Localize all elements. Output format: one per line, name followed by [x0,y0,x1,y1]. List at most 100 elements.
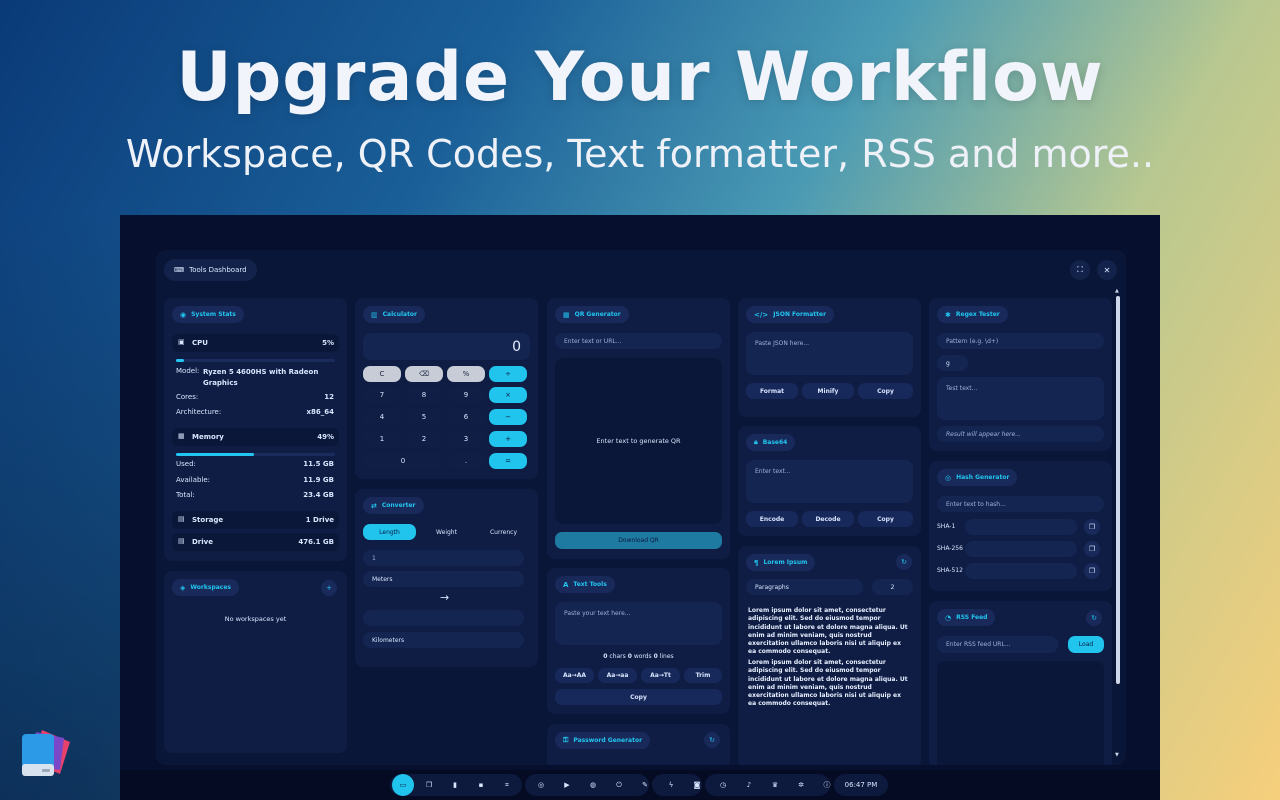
copy-base64-button[interactable]: Copy [858,511,913,527]
decode-button[interactable]: Decode [802,511,854,527]
power-icon[interactable]: ⏻ [608,774,630,796]
sha256-label: SHA-256 [937,545,963,552]
settings-icon[interactable]: ✲ [790,774,812,796]
scroll-down-arrow-icon[interactable]: ▼ [1115,752,1119,758]
dashboard-window: ⌨ Tools Dashboard ⛶ ✕ ▲ ▼ ◉ System Stats… [156,250,1126,765]
copy-icon[interactable]: ❐ [1084,519,1100,535]
refresh-rss-icon[interactable]: ↻ [1086,610,1102,626]
memory-total: 23.4 GB [303,491,334,499]
calc-key-backspace[interactable]: ⌫ [405,366,443,382]
calc-key-3[interactable]: 3 [447,431,485,447]
lorem-count-input[interactable]: 2 [872,579,913,595]
bell-icon[interactable]: ♪ [738,774,760,796]
bookmark-icon[interactable]: ▮ [444,774,466,796]
regex-pattern-input[interactable]: Pattern (e.g. \d+) [937,333,1104,349]
calc-key-8[interactable]: 8 [405,387,443,403]
hash-input[interactable]: Enter text to hash... [937,496,1104,512]
clock-icon[interactable]: ◷ [712,774,734,796]
base64-input[interactable]: Enter text... [746,460,913,503]
calc-key-6[interactable]: 6 [447,409,485,425]
password-generator-card: ⚿ Password Generator ↻ [547,724,730,765]
from-unit-select[interactable]: Meters [363,571,524,587]
arch-value: x86_64 [306,408,335,416]
converter-input[interactable]: 1 [363,550,524,566]
fullscreen-button[interactable]: ⛶ [1070,260,1090,280]
titlecase-button[interactable]: Aa→Tt [641,668,680,683]
tab-weight[interactable]: Weight [420,524,473,540]
calc-key-2[interactable]: 2 [405,431,443,447]
scrollbar[interactable]: ▲ ▼ [1115,288,1120,758]
text-tools-card: A Text Tools Paste your text here... 0 c… [547,568,730,714]
lowercase-button[interactable]: Aa→aa [598,668,637,683]
download-qr-button[interactable]: Download QR [555,532,722,549]
drive-value: 476.1 GB [298,538,334,546]
minify-button[interactable]: Minify [802,383,854,399]
copy-json-button[interactable]: Copy [858,383,913,399]
regex-test-input[interactable]: Test text... [937,377,1104,420]
calc-key-7[interactable]: 7 [363,387,401,403]
rss-feed-header: ◔ RSS Feed [937,609,996,626]
format-button[interactable]: Format [746,383,798,399]
regex-result: Result will appear here... [937,426,1104,442]
calc-key-multiply[interactable]: × [489,387,527,403]
note-icon[interactable]: ▪ [470,774,492,796]
calc-key-9[interactable]: 9 [447,387,485,403]
refresh-password-icon[interactable]: ↻ [704,732,720,748]
load-rss-button[interactable]: Load [1068,636,1104,653]
lorem-ipsum-header: ¶ Lorem Ipsum [746,554,816,571]
rss-url-input[interactable]: Enter RSS feed URL... [937,636,1058,653]
calc-key-percent[interactable]: % [447,366,485,382]
text-tools-input[interactable]: Paste your text here... [555,602,722,645]
memory-used: 11.5 GB [303,460,334,468]
calc-key-clear[interactable]: C [363,366,401,382]
taskbar-clock[interactable]: 06:47 PM [834,774,888,796]
tab-currency[interactable]: Currency [477,524,530,540]
workspaces-card: ◈ Workspaces + No workspaces yet [164,571,347,753]
copy-text-button[interactable]: Copy [555,689,722,705]
sha1-label: SHA-1 [937,523,956,530]
qr-input[interactable]: Enter text or URL... [555,333,722,349]
refresh-lorem-icon[interactable]: ↻ [896,554,912,570]
copy-icon[interactable]: ❐ [1084,563,1100,579]
encode-button[interactable]: Encode [746,511,798,527]
bolt-icon[interactable]: ϟ [660,774,682,796]
add-workspace-button[interactable]: + [321,580,337,596]
memory-used-label: Used: [176,460,196,468]
scroll-thumb[interactable] [1116,296,1120,684]
dashboard-icon[interactable]: ▭ [392,774,414,796]
calculator-display: 0 [363,333,530,360]
youtube-icon[interactable]: ▶ [556,774,578,796]
tab-length[interactable]: Length [363,524,416,540]
calc-key-1[interactable]: 1 [363,431,401,447]
github-icon[interactable]: ◍ [582,774,604,796]
lorem-type-select[interactable]: Paragraphs [746,579,863,595]
trim-button[interactable]: Trim [684,668,722,683]
uppercase-button[interactable]: Aa→AA [555,668,594,683]
calc-key-add[interactable]: + [489,431,527,447]
regex-flags-input[interactable]: g [937,355,968,371]
workspaces-empty: No workspaces yet [224,615,287,623]
qr-scan-icon[interactable]: ⌗ [496,774,518,796]
close-button[interactable]: ✕ [1097,260,1117,280]
calc-key-0[interactable]: 0 [363,453,443,469]
asterisk-icon: ✱ [945,310,951,319]
copy-icon[interactable]: ❐ [1084,541,1100,557]
chrome-icon[interactable]: ◎ [530,774,552,796]
memory-available-label: Available: [176,476,211,484]
edit-icon[interactable]: ✎ [634,774,656,796]
crown-icon[interactable]: ♛ [764,774,786,796]
camera-icon[interactable]: ◙ [686,774,708,796]
scroll-up-arrow-icon[interactable]: ▲ [1115,288,1119,294]
converter-result [363,610,524,626]
drive-label: Drive [192,538,213,546]
calc-key-5[interactable]: 5 [405,409,443,425]
to-unit-select[interactable]: Kilometers [363,632,524,648]
copy-icon[interactable]: ❐ [418,774,440,796]
calc-key-equals[interactable]: = [489,453,527,469]
calc-key-decimal[interactable]: . [447,453,485,469]
converter-header: ⇄ Converter [363,497,424,514]
calc-key-divide[interactable]: ÷ [489,366,527,382]
calc-key-subtract[interactable]: − [489,409,527,425]
calc-key-4[interactable]: 4 [363,409,401,425]
json-input[interactable]: Paste JSON here... [746,332,913,375]
